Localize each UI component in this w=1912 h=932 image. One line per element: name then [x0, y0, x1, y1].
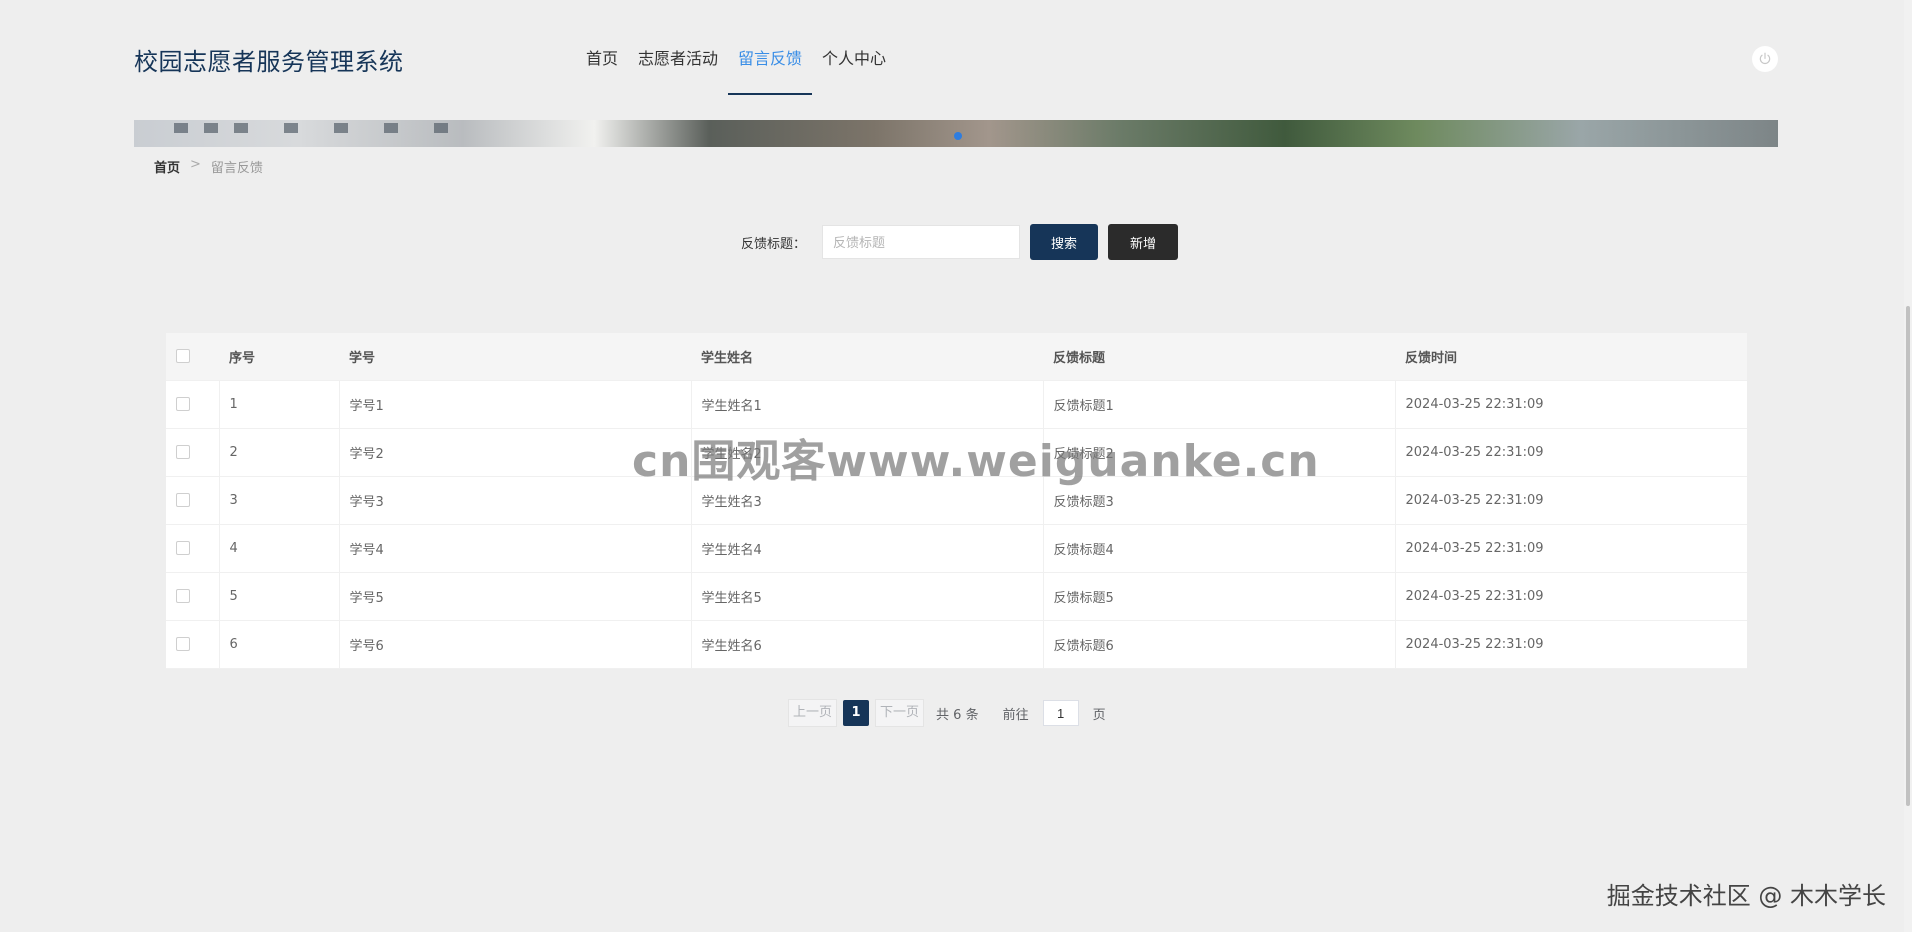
row-checkbox[interactable]	[176, 541, 190, 555]
table-row[interactable]: 6 学号6 学生姓名6 反馈标题6 2024-03-25 22:31:09	[166, 620, 1747, 669]
cell-student-name: 学生姓名2	[691, 428, 1044, 477]
column-header-student-id: 学号	[339, 333, 691, 381]
cell-title: 反馈标题4	[1043, 524, 1396, 573]
banner-indicator-dot[interactable]	[954, 132, 962, 140]
cell-index: 5	[219, 572, 340, 621]
row-checkbox[interactable]	[176, 493, 190, 507]
cell-index: 4	[219, 524, 340, 573]
power-icon	[1759, 52, 1771, 65]
nav-item-personal-center[interactable]: 个人中心	[812, 0, 896, 96]
column-header-title: 反馈标题	[1043, 333, 1395, 381]
column-header-student-name: 学生姓名	[691, 333, 1043, 381]
cell-index: 1	[219, 380, 340, 429]
cell-student-id: 学号4	[339, 524, 692, 573]
row-checkbox[interactable]	[176, 445, 190, 459]
page-number-current[interactable]: 1	[843, 700, 870, 726]
page: 校园志愿者服务管理系统 首页 志愿者活动 留言反馈 个人中心 首页 > 留言反馈…	[0, 0, 1912, 932]
search-bar: 反馈标题： 搜索 新增	[741, 224, 1179, 260]
cell-student-id: 学号5	[339, 572, 692, 621]
cell-student-name: 学生姓名1	[691, 380, 1044, 429]
search-label: 反馈标题：	[741, 236, 807, 252]
feedback-title-input[interactable]	[822, 225, 1021, 259]
cell-student-id: 学号1	[339, 380, 692, 429]
cell-time: 2024-03-25 22:31:09	[1395, 428, 1747, 477]
row-checkbox-cell	[166, 476, 220, 525]
row-checkbox-cell	[166, 428, 220, 477]
column-header-time: 反馈时间	[1395, 333, 1747, 381]
cell-student-id: 学号6	[339, 620, 692, 669]
table-row[interactable]: 3 学号3 学生姓名3 反馈标题3 2024-03-25 22:31:09	[166, 476, 1747, 525]
row-checkbox[interactable]	[176, 637, 190, 651]
corner-watermark: 掘金技术社区 @ 木木学长	[1606, 882, 1886, 910]
goto-label: 前往	[1002, 707, 1029, 723]
row-checkbox[interactable]	[176, 397, 190, 411]
cell-student-name: 学生姓名6	[691, 620, 1044, 669]
cell-student-id: 学号2	[339, 428, 692, 477]
breadcrumb-current: 留言反馈	[210, 161, 263, 176]
banner-image	[134, 120, 1778, 147]
cell-time: 2024-03-25 22:31:09	[1395, 380, 1747, 429]
table-row[interactable]: 4 学号4 学生姓名4 反馈标题4 2024-03-25 22:31:09	[166, 524, 1747, 573]
scrollbar-thumb[interactable]	[1906, 306, 1910, 806]
cell-student-name: 学生姓名5	[691, 572, 1044, 621]
select-all-cell	[166, 333, 219, 381]
breadcrumb-home[interactable]: 首页	[154, 157, 180, 176]
cell-index: 3	[219, 476, 340, 525]
cell-time: 2024-03-25 22:31:09	[1395, 620, 1747, 669]
nav-item-home[interactable]: 首页	[576, 0, 628, 96]
cell-student-name: 学生姓名4	[691, 524, 1044, 573]
main-nav: 首页 志愿者活动 留言反馈 个人中心	[576, 0, 896, 96]
breadcrumb-separator: >	[190, 157, 201, 172]
table-row[interactable]: 1 学号1 学生姓名1 反馈标题1 2024-03-25 22:31:09	[166, 380, 1747, 429]
row-checkbox-cell	[166, 380, 220, 429]
page-suffix: 页	[1092, 707, 1106, 723]
cell-title: 反馈标题6	[1043, 620, 1396, 669]
column-header-index: 序号	[219, 333, 339, 381]
app-title: 校园志愿者服务管理系统	[134, 48, 404, 76]
nav-item-feedback[interactable]: 留言反馈	[728, 0, 813, 96]
cell-title: 反馈标题2	[1043, 428, 1396, 477]
search-button[interactable]: 搜索	[1030, 224, 1099, 260]
cell-title: 反馈标题5	[1043, 572, 1396, 621]
cell-time: 2024-03-25 22:31:09	[1395, 524, 1747, 573]
select-all-checkbox[interactable]	[176, 349, 190, 364]
cell-index: 6	[219, 620, 340, 669]
breadcrumb: 首页 > 留言反馈	[154, 157, 263, 176]
cell-time: 2024-03-25 22:31:09	[1395, 476, 1747, 525]
cell-student-id: 学号3	[339, 476, 692, 525]
row-checkbox-cell	[166, 620, 220, 669]
pagination: 上一页 1 下一页 共 6 条 前往 页	[788, 699, 1106, 727]
row-checkbox[interactable]	[176, 589, 190, 603]
table-row[interactable]: 2 学号2 学生姓名2 反馈标题2 2024-03-25 22:31:09	[166, 428, 1747, 477]
add-button[interactable]: 新增	[1108, 224, 1179, 260]
total-count: 共 6 条	[936, 707, 979, 723]
row-checkbox-cell	[166, 572, 220, 621]
cell-title: 反馈标题1	[1043, 380, 1396, 429]
cell-student-name: 学生姓名3	[691, 476, 1044, 525]
nav-item-volunteer-activities[interactable]: 志愿者活动	[628, 0, 728, 96]
row-checkbox-cell	[166, 524, 220, 573]
next-page-button[interactable]: 下一页	[875, 699, 925, 727]
table-header-row: 序号 学号 学生姓名 反馈标题 反馈时间	[166, 333, 1747, 381]
cell-index: 2	[219, 428, 340, 477]
goto-page-input[interactable]	[1042, 700, 1079, 726]
cell-time: 2024-03-25 22:31:09	[1395, 572, 1747, 621]
table-row[interactable]: 5 学号5 学生姓名5 反馈标题5 2024-03-25 22:31:09	[166, 572, 1747, 621]
logout-button[interactable]	[1752, 46, 1778, 72]
feedback-table: 序号 学号 学生姓名 反馈标题 反馈时间 1 学号1 学生姓名1 反馈标题1 2…	[166, 333, 1747, 669]
prev-page-button[interactable]: 上一页	[788, 699, 838, 727]
cell-title: 反馈标题3	[1043, 476, 1396, 525]
